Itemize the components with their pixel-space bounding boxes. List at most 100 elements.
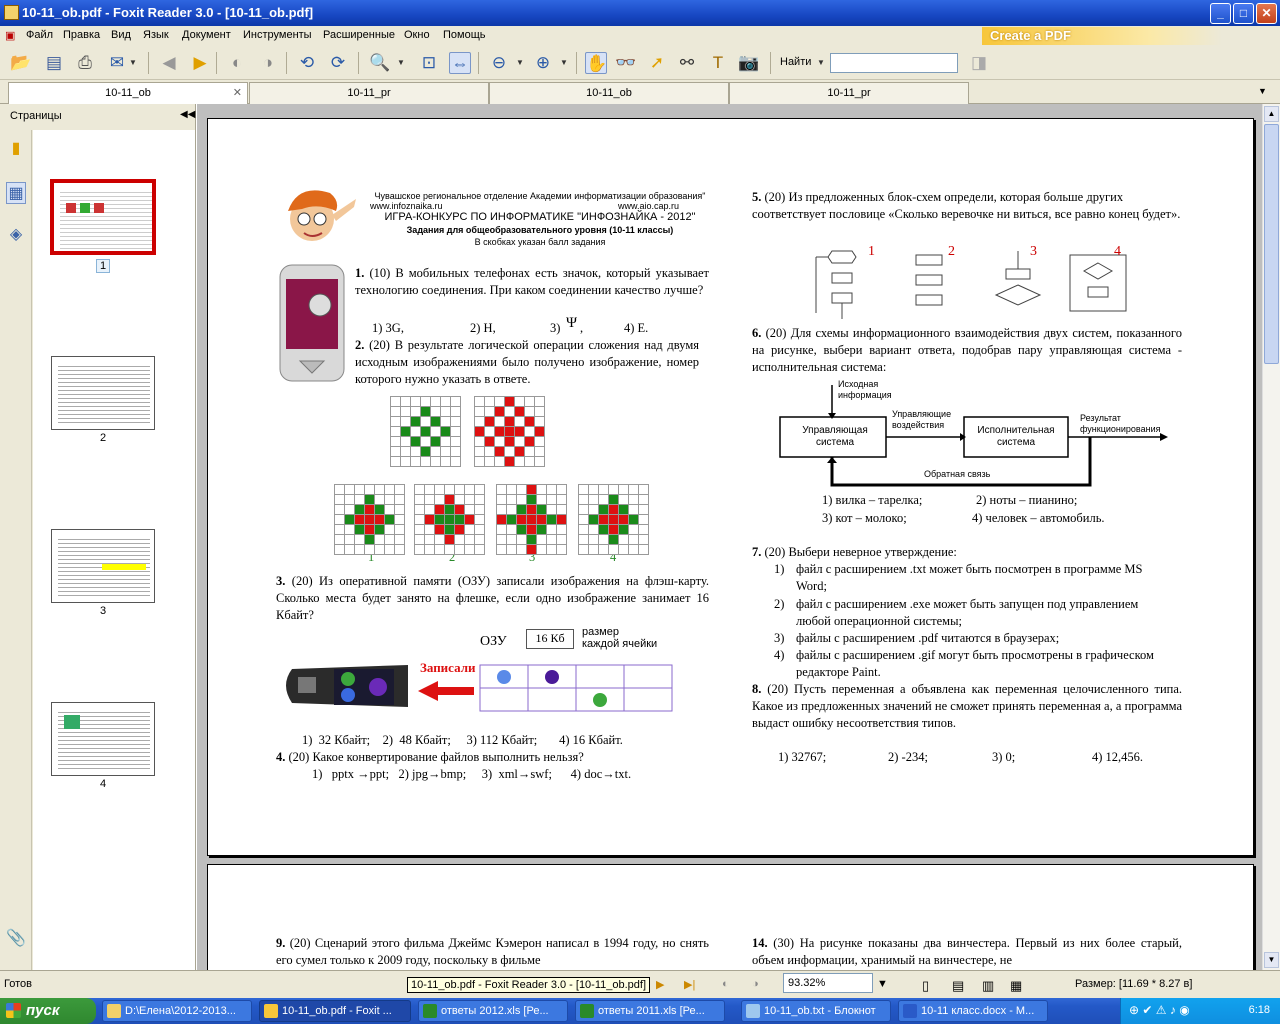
zoom-icon[interactable]: 🔍 [369, 52, 391, 74]
select-arrow-icon[interactable]: ➚ [646, 52, 668, 74]
attachments-icon[interactable]: 📎 [6, 928, 26, 950]
find-next-icon[interactable]: ◨ [968, 52, 990, 74]
taskbar-item-foxit[interactable]: 10-11_ob.pdf - Foxit ... [259, 1000, 411, 1022]
q6-answer-3: 3) кот – молоко; [822, 511, 907, 525]
diagram-input-info: Исходная информация [838, 379, 892, 400]
toolbar-separator [148, 52, 149, 74]
mobile-phone-image [279, 264, 345, 382]
page-number: 1 [51, 259, 155, 273]
zoom-in-dropdown-icon[interactable]: ▼ [560, 58, 568, 67]
zoom-level[interactable]: 93.32% [783, 973, 873, 993]
page-thumbnail-2[interactable] [51, 356, 155, 430]
zoom-in-icon[interactable]: ⊕ [532, 52, 554, 74]
prev-page-icon[interactable]: ◀ [158, 52, 180, 74]
page-thumbnail-4[interactable] [51, 702, 155, 776]
taskbar-item-word[interactable]: 10-11 класс.docx - M... [898, 1000, 1048, 1022]
document-viewer[interactable]: Чувашское региональное отделение Академи… [197, 104, 1262, 970]
toolbar-separator [770, 52, 771, 74]
menu-language[interactable]: Язык [143, 29, 169, 41]
snapshot-glasses-icon[interactable]: 👓 [615, 52, 637, 74]
taskbar-item-excel-2012[interactable]: ответы 2012.xls [Ре... [418, 1000, 568, 1022]
save-icon[interactable]: ▤ [43, 52, 65, 74]
start-button[interactable]: пуск [0, 998, 96, 1024]
email-icon[interactable]: ✉ [106, 52, 128, 74]
rotate-right-icon[interactable]: ⟳ [327, 52, 349, 74]
pages-icon[interactable]: ▦ [6, 182, 26, 204]
tab-list-dropdown-icon[interactable]: ▼ [1258, 86, 1267, 96]
email-dropdown-icon[interactable]: ▼ [129, 58, 137, 67]
taskbar-item-notepad[interactable]: 10-11_ob.txt - Блокнот [741, 1000, 891, 1022]
minimize-button[interactable]: _ [1210, 3, 1231, 24]
menu-advanced[interactable]: Расширенные [323, 29, 395, 41]
tray-icons[interactable]: ⊕ ✔ ⚠ ♪ ◉ [1129, 1003, 1190, 1017]
flash-drive-diagram [286, 664, 673, 712]
menu-document[interactable]: Документ [182, 29, 231, 41]
q5-label-3: 3 [1030, 244, 1037, 259]
menu-help[interactable]: Помощь [443, 29, 486, 41]
status-forward-icon[interactable]: ◑ [752, 978, 759, 990]
bookmarks-icon[interactable]: ▮ [6, 138, 26, 160]
menu-edit[interactable]: Правка [63, 29, 100, 41]
page-thumbnail-3[interactable] [51, 529, 155, 603]
continuous-page-icon[interactable]: ▤ [952, 978, 964, 994]
taskbar-item-folder[interactable]: D:\Елена\2012-2013... [102, 1000, 252, 1022]
word-icon [903, 1004, 917, 1018]
zoom-dropdown-icon[interactable]: ▼ [877, 978, 888, 990]
layers-icon[interactable]: ◈ [6, 224, 26, 246]
q6-answer-1: 1) вилка – тарелка; [822, 493, 923, 507]
forward-icon[interactable]: ◑ [257, 52, 279, 74]
zoom-dropdown-icon[interactable]: ▼ [397, 58, 405, 67]
q6-answer-2: 2) ноты – пианино; [976, 493, 1078, 507]
question-2-text: 2. (20) В результате логической операции… [355, 338, 699, 386]
zoom-out-icon[interactable]: ⊖ [488, 52, 510, 74]
close-button[interactable]: ✕ [1256, 3, 1277, 24]
fit-width-icon[interactable]: ⇔ [449, 52, 471, 74]
zoom-out-dropdown-icon[interactable]: ▼ [516, 58, 524, 67]
facing-page-icon[interactable]: ▥ [982, 978, 994, 994]
status-back-icon[interactable]: ◐ [722, 978, 729, 990]
diagram-control-system: Управляющая система [802, 425, 868, 448]
open-icon[interactable]: 📂 [10, 52, 32, 74]
tab-10-11-ob[interactable]: 10-11_ob ✕ [8, 82, 248, 104]
taskbar-item-excel-2011[interactable]: ответы 2011.xls [Ре... [575, 1000, 725, 1022]
collapse-sidebar-icon[interactable]: ◀◀ [180, 109, 195, 120]
menu-window[interactable]: Окно [404, 29, 430, 41]
document-tabs: 10-11_ob ✕ 10-11_pr 10-11_ob 10-11_pr ▼ [0, 80, 1280, 104]
q7-item-3-num: 3) [774, 631, 785, 645]
last-page-status-icon[interactable]: ▶| [684, 978, 695, 991]
rotate-left-icon[interactable]: ⟲ [296, 52, 318, 74]
find-dropdown-icon[interactable]: ▼ [817, 58, 825, 67]
doc-menu-icon[interactable]: ▣ [5, 29, 15, 42]
camera-icon[interactable]: 📷 [738, 52, 760, 74]
menu-tools[interactable]: Инструменты [243, 29, 312, 41]
page-thumbnail-1[interactable] [50, 179, 156, 255]
text-select-icon[interactable]: T [707, 52, 729, 74]
fit-page-icon[interactable]: ⊡ [418, 52, 440, 74]
tab-10-11-pr-2[interactable]: 10-11_pr [729, 82, 969, 104]
tab-10-11-pr[interactable]: 10-11_pr [249, 82, 489, 104]
q7-item-4: файлы с расширением .gif могут быть прос… [796, 648, 1154, 679]
find-input[interactable] [830, 53, 958, 73]
back-icon[interactable]: ◐ [226, 52, 248, 74]
next-page-status-icon[interactable]: ▶ [656, 978, 664, 991]
scroll-up-icon[interactable]: ▲ [1264, 106, 1279, 122]
scroll-down-icon[interactable]: ▼ [1264, 952, 1279, 968]
vertical-scrollbar[interactable]: ▲ ▼ [1262, 104, 1280, 970]
continuous-facing-icon[interactable]: ▦ [1010, 978, 1022, 994]
hand-tool-icon[interactable]: ✋ [585, 52, 607, 74]
q1-answer-2: 2) H, [470, 321, 496, 335]
maximize-button[interactable]: □ [1233, 3, 1254, 24]
tab-10-11-ob-2[interactable]: 10-11_ob [489, 82, 729, 104]
print-icon[interactable]: ⎙ [74, 52, 96, 74]
q7-item-2: файл с расширением .exe может быть запущ… [796, 597, 1139, 628]
menu-file[interactable]: Файл [26, 29, 53, 41]
close-tab-icon[interactable]: ✕ [233, 83, 242, 103]
scroll-thumb[interactable] [1264, 124, 1279, 364]
next-page-icon[interactable]: ▶ [189, 52, 211, 74]
foxit-app-icon[interactable] [4, 5, 19, 20]
single-page-icon[interactable]: ▯ [922, 978, 929, 994]
menu-view[interactable]: Вид [111, 29, 131, 41]
create-pdf-banner[interactable]: Create a PDF [982, 27, 1222, 45]
binoculars-icon[interactable]: ⚯ [676, 52, 698, 74]
q7-item-4-num: 4) [774, 648, 785, 662]
